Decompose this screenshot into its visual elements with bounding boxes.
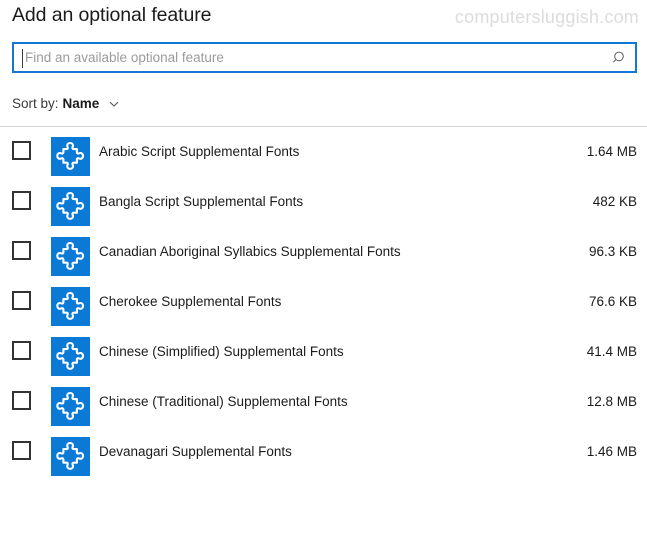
feature-name: Chinese (Traditional) Supplemental Fonts <box>99 394 348 409</box>
list-item[interactable]: Chinese (Simplified) Supplemental Fonts 4… <box>0 327 647 377</box>
dialog-header: Add an optional feature computersluggish… <box>0 0 647 38</box>
feature-checkbox[interactable] <box>12 441 31 460</box>
feature-size: 41.4 MB <box>586 344 637 359</box>
feature-size: 96.3 KB <box>588 244 637 259</box>
feature-size: 1.46 MB <box>586 444 637 459</box>
search-box[interactable] <box>12 42 637 73</box>
puzzle-piece-icon <box>51 337 90 376</box>
feature-checkbox[interactable] <box>12 291 31 310</box>
site-watermark: computersluggish.com <box>454 7 639 27</box>
list-item[interactable]: Devanagari Supplemental Fonts 1.46 MB <box>0 427 647 477</box>
feature-checkbox[interactable] <box>12 141 31 160</box>
feature-name: Cherokee Supplemental Fonts <box>99 294 282 309</box>
sort-by-value: Name <box>62 96 100 111</box>
feature-size: 1.64 MB <box>586 144 637 159</box>
feature-checkbox[interactable] <box>12 391 31 410</box>
feature-name: Canadian Aboriginal Syllabics Supplement… <box>99 244 401 259</box>
feature-name: Devanagari Supplemental Fonts <box>99 444 292 459</box>
feature-size: 482 KB <box>592 194 637 209</box>
list-item[interactable]: Cherokee Supplemental Fonts 76.6 KB <box>0 277 647 327</box>
search-input[interactable] <box>25 44 600 71</box>
sort-by-control[interactable]: Sort by: Name <box>12 96 121 111</box>
optional-features-list: Arabic Script Supplemental Fonts 1.64 MB B… <box>0 127 647 477</box>
feature-checkbox[interactable] <box>12 241 31 260</box>
list-item[interactable]: Arabic Script Supplemental Fonts 1.64 MB <box>0 127 647 177</box>
feature-name: Bangla Script Supplemental Fonts <box>99 194 304 209</box>
puzzle-piece-icon <box>51 437 90 476</box>
text-caret <box>22 49 23 68</box>
sort-by-label: Sort by: <box>12 96 59 111</box>
chevron-down-icon[interactable] <box>107 97 121 111</box>
list-item[interactable]: Bangla Script Supplemental Fonts 482 KB <box>0 177 647 227</box>
puzzle-piece-icon <box>51 187 90 226</box>
feature-checkbox[interactable] <box>12 341 31 360</box>
feature-name: Chinese (Simplified) Supplemental Fonts <box>99 344 344 359</box>
puzzle-piece-icon <box>51 287 90 326</box>
page-title: Add an optional feature <box>12 4 212 26</box>
feature-size: 12.8 MB <box>586 394 637 409</box>
add-optional-feature-dialog: Add an optional feature computersluggish… <box>0 0 647 547</box>
puzzle-piece-icon <box>51 137 90 176</box>
puzzle-piece-icon <box>51 237 90 276</box>
list-item[interactable]: Chinese (Traditional) Supplemental Fonts… <box>0 377 647 427</box>
puzzle-piece-icon <box>51 387 90 426</box>
search-icon[interactable] <box>612 50 628 66</box>
feature-checkbox[interactable] <box>12 191 31 210</box>
feature-size: 76.6 KB <box>588 294 637 309</box>
list-item[interactable]: Canadian Aboriginal Syllabics Supplement… <box>0 227 647 277</box>
feature-name: Arabic Script Supplemental Fonts <box>99 144 300 159</box>
